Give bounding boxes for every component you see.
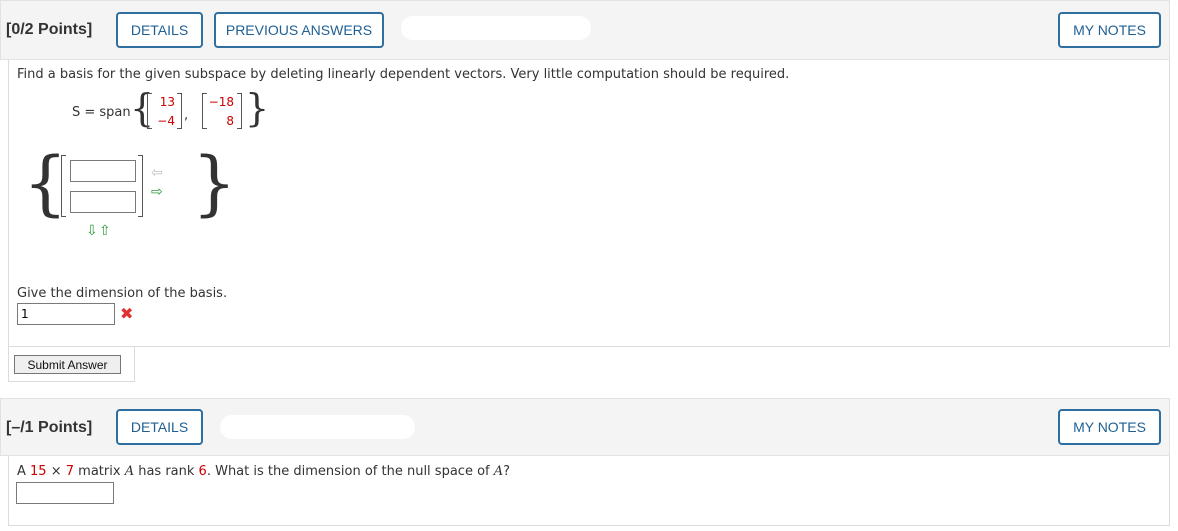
q2-rank-value: 6 — [198, 464, 207, 479]
question2-points: [–/1 Points] — [6, 419, 93, 436]
vector2-left-bracket — [202, 93, 207, 129]
q2-text-3: has rank — [134, 464, 199, 479]
question1-blank-pill — [401, 16, 591, 40]
basis-vector-left-bracket — [61, 155, 66, 217]
question1-points: [0/2 Points] — [6, 21, 93, 38]
add-row-arrow-icon[interactable]: ⇧ — [99, 224, 111, 238]
add-vector-arrow-icon[interactable]: ⇨ — [151, 185, 163, 199]
vector1-top-value: 13 — [159, 95, 175, 109]
q2-text-1: A — [17, 464, 31, 479]
dimension-prompt: Give the dimension of the basis. — [17, 286, 228, 301]
q2-times: × — [46, 464, 66, 479]
q2-text-5: ? — [503, 464, 511, 479]
question1-previous-answers-button[interactable]: PREVIOUS ANSWERS — [214, 12, 384, 48]
span-label: S = span — [72, 105, 131, 120]
question1-details-button[interactable]: DETAILS — [116, 12, 203, 48]
assignment-page: [0/2 Points] DETAILS PREVIOUS ANSWERS MY… — [0, 0, 1178, 531]
vector1-bottom-value: −4 — [157, 114, 175, 128]
question1-body: Find a basis for the given subspace by d… — [8, 60, 1170, 347]
q2-var-a2: A — [493, 464, 504, 479]
vector2-top-value: −18 — [208, 95, 234, 109]
vector2-bottom-value: 8 — [226, 114, 234, 128]
vector-separator: , — [184, 108, 189, 123]
vector2-right-bracket — [237, 93, 242, 129]
remove-row-arrow-icon[interactable]: ⇩ — [86, 224, 98, 238]
q2-text-4: . What is the dimension of the null spac… — [206, 464, 494, 479]
question2-my-notes-button[interactable]: MY NOTES — [1058, 409, 1161, 445]
basis-vector-right-bracket — [138, 155, 143, 217]
basis-close-brace: } — [192, 142, 237, 224]
remove-vector-arrow-icon[interactable]: ⇦ — [151, 166, 163, 180]
dimension-input[interactable] — [17, 303, 115, 325]
basis-entry-row2[interactable] — [70, 191, 136, 213]
basis-entry-row1[interactable] — [70, 160, 136, 182]
vector1-right-bracket — [177, 93, 182, 129]
question2-header: [–/1 Points] DETAILS MY NOTES — [0, 398, 1170, 456]
question1-prompt: Find a basis for the given subspace by d… — [17, 67, 790, 82]
question2-blank-pill — [220, 415, 415, 439]
q2-var-a: A — [124, 464, 135, 479]
incorrect-x-icon: ✖ — [120, 304, 134, 323]
span-close-brace: } — [245, 86, 270, 130]
question1-header: [0/2 Points] DETAILS PREVIOUS ANSWERS MY… — [0, 0, 1170, 60]
question1-my-notes-button[interactable]: MY NOTES — [1058, 12, 1161, 48]
null-space-dimension-input[interactable] — [16, 482, 114, 504]
submit-tab: Submit Answer — [8, 347, 135, 382]
question2-body: A 15 × 7 matrix A has rank 6. What is th… — [8, 456, 1170, 526]
q2-cols-value: 7 — [65, 464, 75, 479]
vector1-left-bracket — [147, 93, 152, 129]
q2-rows-value: 15 — [30, 464, 47, 479]
q2-text-2: matrix — [74, 464, 125, 479]
question2-prompt: A 15 × 7 matrix A has rank 6. What is th… — [17, 464, 510, 479]
submit-answer-button[interactable]: Submit Answer — [14, 355, 121, 374]
question2-details-button[interactable]: DETAILS — [116, 409, 203, 445]
